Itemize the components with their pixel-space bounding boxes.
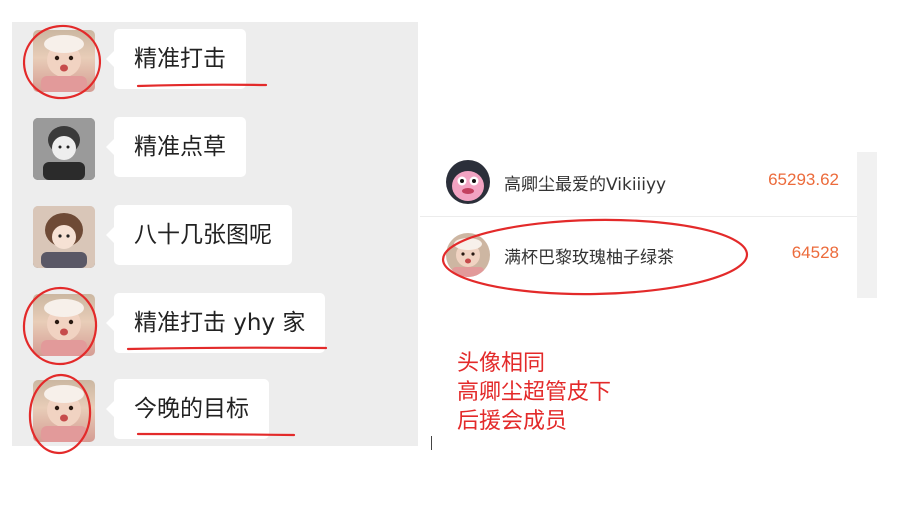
ranking-row[interactable]: 满杯巴黎玫瑰柚子绿茶 64528 <box>420 225 857 295</box>
scrollbar[interactable] <box>857 152 877 298</box>
girl-avatar[interactable] <box>33 118 95 180</box>
ranking-name: 高卿尘最爱的Vikiiiyy <box>504 175 667 195</box>
ranking-score: 64528 <box>791 243 839 262</box>
message-bubble[interactable]: 精准打击 <box>106 29 246 89</box>
baby-avatar <box>446 233 490 277</box>
baby-avatar[interactable] <box>33 294 95 356</box>
ranking-name: 满杯巴黎玫瑰柚子绿茶 <box>504 248 674 268</box>
annotation-line: 高卿尘超管皮下 <box>457 380 612 405</box>
annotation-line: 头像相同 <box>457 351 546 376</box>
text-cursor <box>431 436 432 450</box>
ranking-list: 高卿尘最爱的Vikiiiyy 65293.62 满杯巴黎玫瑰柚子绿茶 64528 <box>420 152 857 298</box>
message-bubble[interactable]: 今晚的目标 <box>106 379 269 439</box>
message-bubble[interactable]: 精准点草 <box>106 117 246 177</box>
ranking-row[interactable]: 高卿尘最爱的Vikiiiyy 65293.62 <box>420 152 857 222</box>
baby-avatar[interactable] <box>33 380 95 442</box>
annotation-line: 后援会成员 <box>457 409 568 434</box>
chat-message: 精准打击 yhy 家 <box>12 288 418 358</box>
message-bubble[interactable]: 精准打击 yhy 家 <box>105 293 326 353</box>
pink-monster-avatar <box>446 160 490 204</box>
chat-message: 今晚的目标 <box>12 374 418 444</box>
baby-avatar[interactable] <box>33 30 95 92</box>
message-bubble[interactable]: 八十几张图呢 <box>106 205 292 265</box>
ranking-score: 65293.62 <box>768 170 839 189</box>
chat-message: 八十几张图呢 <box>12 200 418 270</box>
chat-message: 精准打击 <box>12 24 418 94</box>
annotation-text: 头像相同 高卿尘超管皮下 后援会成员 <box>457 349 611 436</box>
row-divider <box>420 216 857 217</box>
girl-avatar[interactable] <box>33 206 95 268</box>
chat-panel: 精准打击 精准点草 八十几张图呢 精准打击 yhy 家 今晚的目标 <box>12 22 418 446</box>
chat-message: 精准点草 <box>12 112 418 182</box>
